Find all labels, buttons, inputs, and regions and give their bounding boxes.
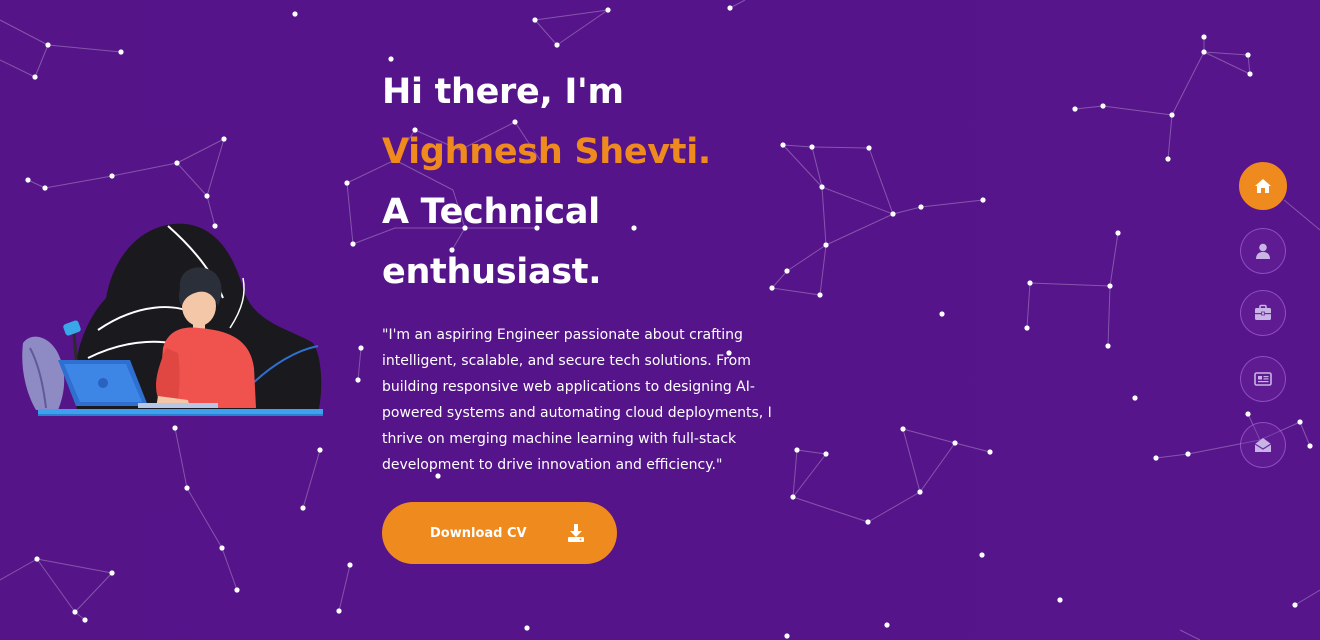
nav-blog-button[interactable] bbox=[1240, 356, 1286, 402]
name-text: Vighnesh Shevti. bbox=[382, 132, 711, 172]
download-icon bbox=[568, 524, 584, 542]
home-icon bbox=[1255, 179, 1271, 193]
download-cv-button[interactable]: Download CV bbox=[382, 502, 617, 564]
nav-contact-button[interactable] bbox=[1240, 422, 1286, 468]
user-icon bbox=[1256, 243, 1270, 259]
briefcase-icon bbox=[1255, 304, 1271, 320]
nav-portfolio-button[interactable] bbox=[1240, 290, 1286, 336]
hero-headline: Hi there, I'm Vighnesh Shevti. A Technic… bbox=[382, 62, 802, 302]
hero-content: Hi there, I'm Vighnesh Shevti. A Technic… bbox=[382, 62, 802, 478]
newspaper-icon bbox=[1254, 372, 1272, 386]
developer-illustration bbox=[22, 223, 323, 416]
greeting-text: Hi there, I'm bbox=[382, 72, 624, 112]
nav-about-button[interactable] bbox=[1240, 228, 1286, 274]
nav-home-button[interactable] bbox=[1239, 162, 1287, 210]
intro-paragraph: "I'm an aspiring Engineer passionate abo… bbox=[382, 327, 772, 473]
download-cv-label: Download CV bbox=[430, 525, 527, 541]
envelope-open-icon bbox=[1254, 438, 1272, 452]
role-line-2: enthusiast. bbox=[382, 252, 602, 292]
role-line-1: A Technical bbox=[382, 192, 600, 232]
